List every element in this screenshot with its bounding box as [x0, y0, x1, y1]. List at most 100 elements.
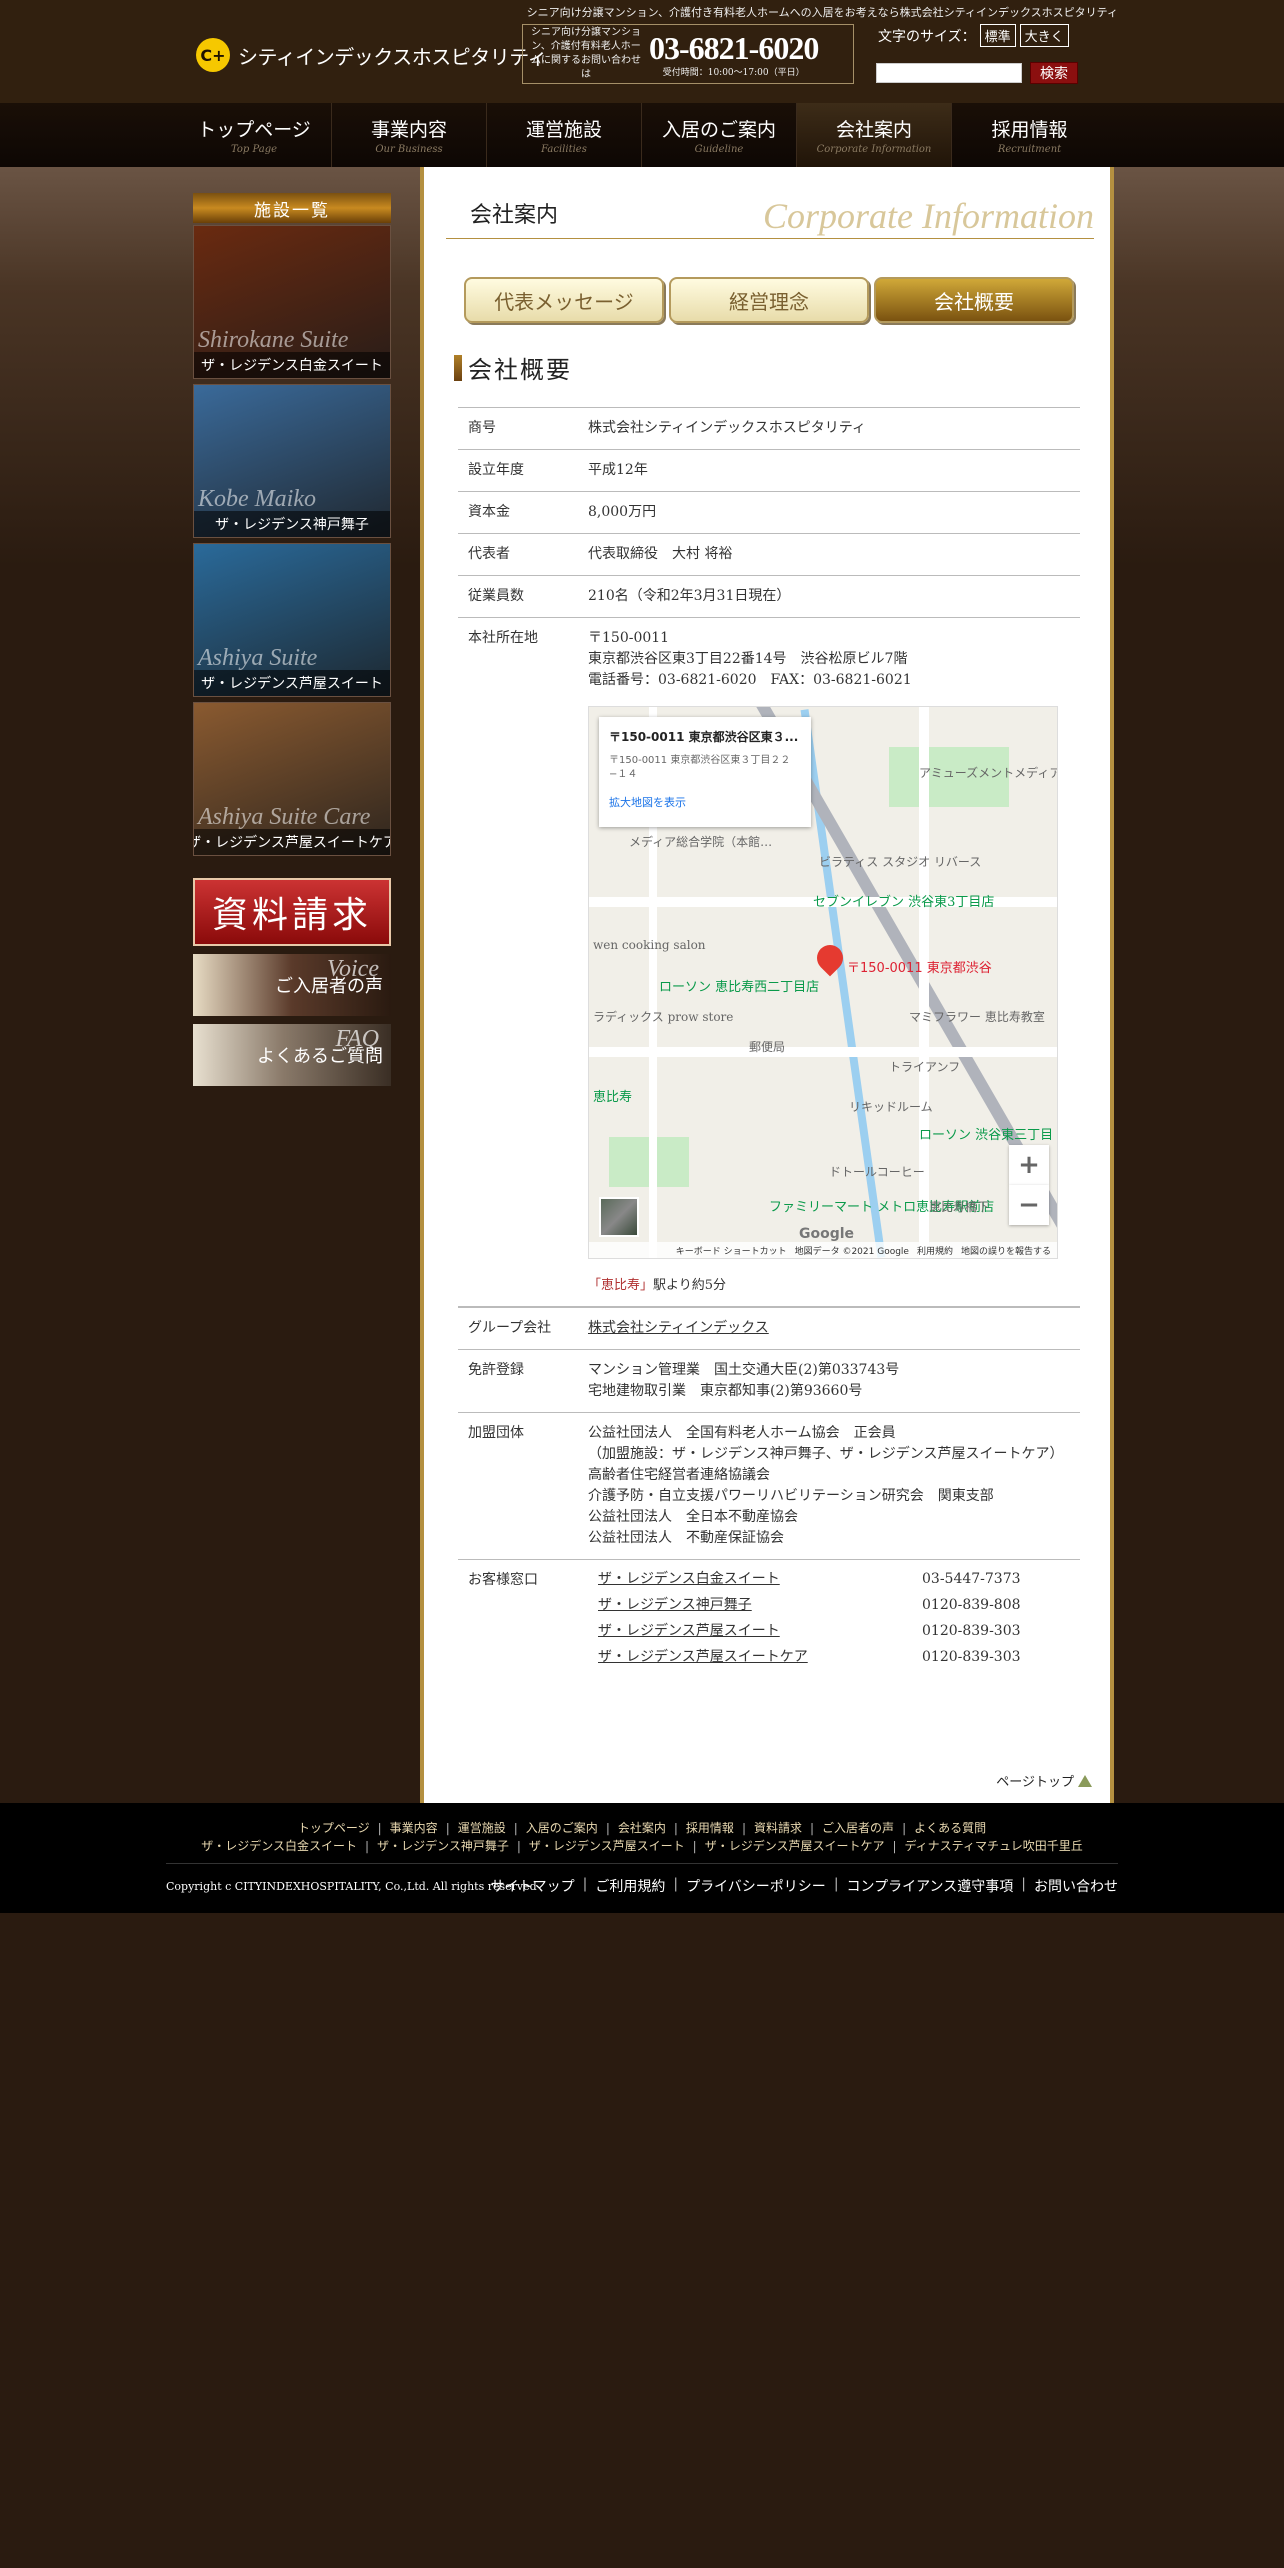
company-info-table: 商号 株式会社シティインデックスホスピタリティ 設立年度 平成12年 資本金 8…: [458, 407, 1080, 1680]
footer-nav-link[interactable]: よくある質問: [914, 1819, 986, 1837]
map-label: メディア総合学院（本館…: [629, 835, 773, 849]
gnav-item-guideline[interactable]: 入居のご案内 Guideline: [642, 103, 797, 167]
gnav-item-top[interactable]: トップページ Top Page: [177, 103, 332, 167]
sub-tabs: 代表メッセージ 経営理念 会社概要: [464, 277, 1074, 323]
table-row: 設立年度 平成12年: [458, 450, 1080, 492]
footer-nav-link[interactable]: 採用情報: [686, 1819, 734, 1837]
font-size-switcher: 文字のサイズ： 標準 大きく: [878, 24, 1069, 47]
row-label: お客様窓口: [468, 1572, 538, 1588]
row-label: 従業員数: [468, 588, 524, 604]
gnav-label: 入居のご案内: [661, 119, 776, 141]
footer-nav-link[interactable]: ザ・レジデンス芦屋スイート: [529, 1837, 685, 1855]
map-report-link[interactable]: 地図の誤りを報告する: [961, 1244, 1051, 1257]
nav-separator: |: [513, 1821, 518, 1835]
search-button[interactable]: 検索: [1030, 62, 1078, 84]
google-map[interactable]: アミューズメントメディア総合学院 2号館 ビラティス スタジオ リバース メディ…: [588, 706, 1058, 1259]
gnav-sublabel: Top Page: [230, 144, 278, 155]
header-tagline: シニア向け分譲マンション、介護付き有料老人ホームへの入居をお考えなら株式会社シテ…: [526, 6, 1118, 19]
footer-divider: [166, 1863, 1118, 1864]
gnav-item-corporate[interactable]: 会社案内 Corporate Information: [797, 103, 952, 167]
customer-facility-link[interactable]: ザ・レジデンス神戸舞子: [588, 1592, 922, 1618]
map-label: wen cooking salon: [593, 938, 706, 952]
nav-separator: |: [673, 1876, 679, 1892]
search-input[interactable]: [876, 63, 1022, 83]
nav-separator: |: [892, 1839, 897, 1853]
font-size-standard-button[interactable]: 標準: [979, 24, 1016, 47]
map-label: 恵比寿: [593, 1090, 633, 1105]
gnav-label: 採用情報: [991, 119, 1068, 141]
font-size-large-button[interactable]: 大きく: [1019, 24, 1069, 47]
facility-ashiya-suite[interactable]: Ashiya Suite ザ・レジデンス芦屋スイート: [193, 543, 391, 697]
footer-nav-link[interactable]: ザ・レジデンス白金スイート: [201, 1837, 357, 1855]
footer-nav-link[interactable]: 資料請求: [754, 1819, 802, 1837]
footer-nav-link[interactable]: 運営施設: [458, 1819, 506, 1837]
footer-nav-link[interactable]: ご利用規約: [595, 1876, 665, 1896]
station-name: 「恵比寿」: [588, 1278, 654, 1293]
footer-nav-link[interactable]: プライバシーポリシー: [686, 1876, 826, 1896]
gnav-label: 事業内容: [370, 119, 447, 141]
map-zoom-in-button[interactable]: +: [1009, 1145, 1049, 1185]
map-enlarge-link[interactable]: 拡大地図を表示: [609, 792, 801, 813]
footer-nav-link[interactable]: コンプライアンス遵守事項: [847, 1876, 1014, 1896]
gnav-sublabel: Guideline: [694, 144, 744, 155]
faq-banner[interactable]: FAQ よくあるご質問: [193, 1024, 391, 1086]
nav-separator: |: [833, 1876, 839, 1892]
footer-nav-link[interactable]: ご入居者の声: [822, 1819, 894, 1837]
page-top-link[interactable]: ページトップ: [996, 1771, 1092, 1790]
address-tel: 電話番号：03-6821-6020 FAX：03-6821-6021: [588, 672, 912, 688]
tab-message[interactable]: 代表メッセージ: [464, 277, 664, 323]
tab-overview[interactable]: 会社概要: [874, 277, 1074, 323]
footer-nav-link[interactable]: ディナスティマチュレ吹田千里丘: [905, 1837, 1083, 1855]
facility-ashiya-suite-care[interactable]: Ashiya Suite Care ザ・レジデンス芦屋スイートケア: [193, 702, 391, 856]
group-company-link[interactable]: 株式会社シティインデックス: [588, 1320, 769, 1336]
customer-tel: 0120-839-808: [922, 1597, 1021, 1613]
row-value: 代表取締役 大村 将裕: [588, 546, 733, 562]
gnav-sublabel: Corporate Information: [816, 144, 932, 155]
resident-voice-banner[interactable]: Voice ご入居者の声: [193, 954, 391, 1016]
gnav-item-business[interactable]: 事業内容 Our Business: [332, 103, 487, 167]
map-shortcuts-link[interactable]: キーボード ショートカット: [676, 1244, 787, 1257]
map-label: ローソン 渋谷東三丁目: [919, 1128, 1054, 1143]
row-value: 公益社団法人 全国有料老人ホーム協会 正会員 （加盟施設：ザ・レジデンス神戸舞子…: [588, 1413, 1080, 1559]
map-terms-link[interactable]: 利用規約: [917, 1244, 953, 1257]
customer-facility-link[interactable]: ザ・レジデンス芦屋スイート: [588, 1618, 922, 1644]
map-label: アミューズメントメディア総合学院 2号館: [919, 766, 1058, 780]
customer-facility-link[interactable]: ザ・レジデンス芦屋スイートケア: [588, 1644, 922, 1670]
table-row: 代表者 代表取締役 大村 将裕: [458, 534, 1080, 576]
facility-en-label: Ashiya Suite: [198, 645, 318, 671]
footer-nav-link[interactable]: 事業内容: [390, 1819, 438, 1837]
footer-nav-link[interactable]: 入居のご案内: [526, 1819, 598, 1837]
footer-nav-link[interactable]: ザ・レジデンス神戸舞子: [377, 1837, 509, 1855]
row-label: 免許登録: [468, 1362, 524, 1378]
map-label: 恵比寿橋下: [929, 1200, 990, 1214]
customer-tel: 0120-839-303: [922, 1623, 1021, 1639]
site-logo[interactable]: C+ シティインデックスホスピタリティ: [196, 38, 548, 72]
faq-label: よくあるご質問: [257, 1046, 383, 1067]
facility-shirokane-suite[interactable]: Shirokane Suite ザ・レジデンス白金スイート: [193, 225, 391, 379]
tab-philosophy[interactable]: 経営理念: [669, 277, 869, 323]
facility-en-label: Shirokane Suite: [198, 327, 349, 353]
map-label: マミフラワー 恵比寿教室: [909, 1010, 1045, 1024]
triangle-up-icon: [1078, 1774, 1092, 1787]
map-zoom-out-button[interactable]: −: [1009, 1185, 1049, 1225]
request-brochure-button[interactable]: 資料請求: [193, 878, 391, 946]
map-satellite-toggle[interactable]: [599, 1197, 639, 1237]
facility-kobe-maiko[interactable]: Kobe Maiko ザ・レジデンス神戸舞子: [193, 384, 391, 538]
map-label: トライアンフ: [889, 1060, 961, 1074]
map-road: [589, 1047, 1057, 1057]
row-label: グループ会社: [468, 1320, 552, 1336]
footer-nav-link[interactable]: トップページ: [298, 1819, 370, 1837]
footer-nav-link[interactable]: 会社案内: [618, 1819, 666, 1837]
row-value: マンション管理業 国土交通大臣(2)第033743号 宅地建物取引業 東京都知事…: [588, 1350, 1080, 1412]
gnav-item-facilities[interactable]: 運営施設 Facilities: [487, 103, 642, 167]
logo-mark-icon: C+: [196, 38, 230, 72]
customer-facility-link[interactable]: ザ・レジデンス白金スイート: [588, 1566, 922, 1592]
gnav-item-recruitment[interactable]: 採用情報 Recruitment: [952, 103, 1107, 167]
table-row: 免許登録 マンション管理業 国土交通大臣(2)第033743号 宅地建物取引業 …: [458, 1350, 1080, 1413]
footer-nav-link[interactable]: ザ・レジデンス芦屋スイートケア: [705, 1837, 885, 1855]
heading-bar-icon: [454, 354, 462, 381]
customer-item: ザ・レジデンス芦屋スイート 0120-839-303: [588, 1618, 1080, 1644]
footer-nav-link[interactable]: お問い合わせ: [1034, 1876, 1118, 1896]
footer-nav-link[interactable]: サイトマップ: [491, 1876, 575, 1896]
nav-separator: |: [365, 1839, 370, 1853]
